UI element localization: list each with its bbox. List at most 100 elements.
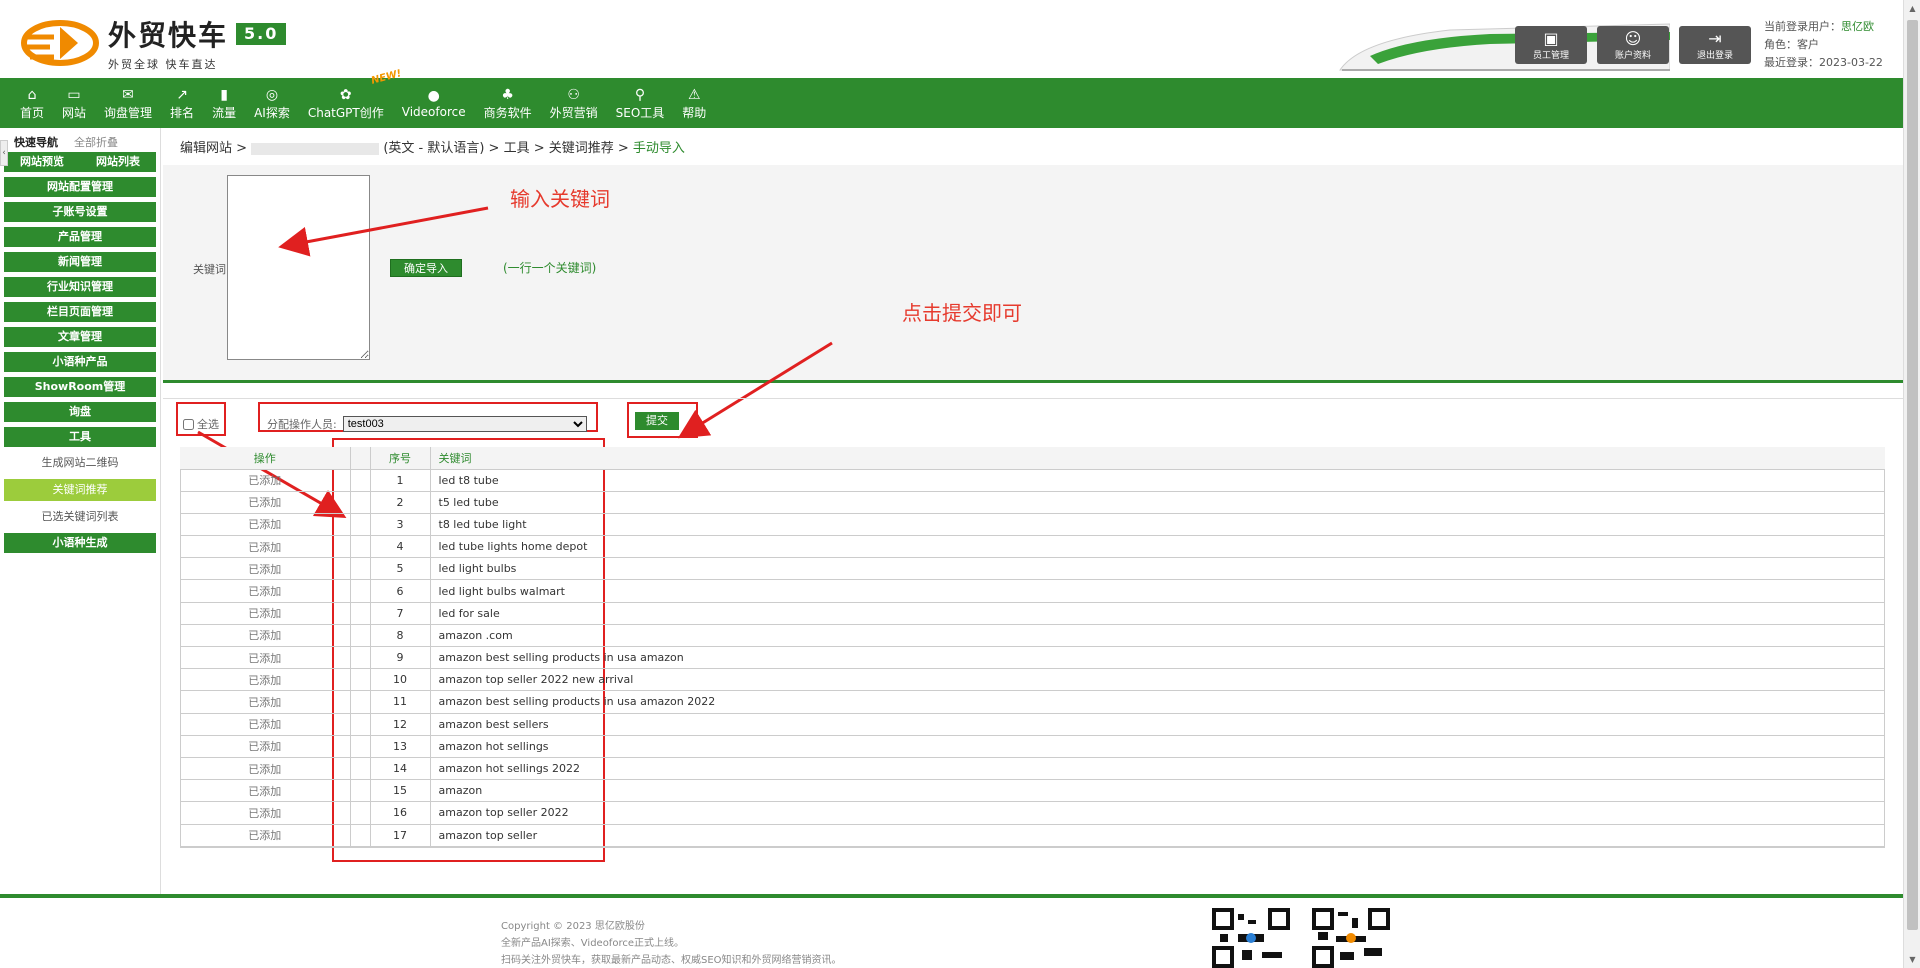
row-keyword: amazon top seller 2022 [430, 801, 1885, 825]
select-all-label: 全选 [197, 418, 219, 431]
row-keyword: led light bulbs [430, 557, 1885, 581]
scroll-thumb[interactable] [1907, 20, 1918, 930]
row-keyword: amazon top seller 2022 new arrival [430, 668, 1885, 692]
row-gap [350, 602, 371, 625]
row-status[interactable]: 已添加 [180, 624, 351, 648]
col-header-op: 操作 [180, 447, 351, 470]
row-number: 6 [370, 579, 431, 603]
operator-select[interactable]: test003 [342, 416, 587, 432]
scroll-down-arrow-icon[interactable]: ▼ [1904, 951, 1920, 968]
row-keyword: amazon [430, 779, 1885, 803]
row-keyword: led t8 tube [430, 469, 1885, 492]
footer: Copyright © 2023 思亿欧股份 全新产品AI探索、Videofor… [501, 918, 842, 968]
table-row: 已添加 11 amazon best selling products in usa… [180, 690, 1885, 714]
row-number: 1 [370, 469, 431, 492]
select-all[interactable]: 全选 [183, 416, 219, 432]
row-number: 16 [370, 801, 431, 825]
row-gap [350, 513, 371, 537]
row-status[interactable]: 已添加 [180, 469, 351, 492]
row-keyword: amazon hot sellings 2022 [430, 757, 1885, 781]
row-number: 17 [370, 824, 431, 847]
row-status[interactable]: 已添加 [180, 690, 351, 714]
row-keyword: amazon best sellers [430, 713, 1885, 736]
row-status[interactable]: 已添加 [180, 713, 351, 736]
row-status[interactable]: 已添加 [180, 779, 351, 803]
row-gap [350, 668, 371, 692]
table-row: 已添加 13 amazon hot sellings [180, 735, 1885, 758]
row-keyword: led for sale [430, 602, 1885, 625]
row-number: 10 [370, 668, 431, 692]
table-row: 已添加 8 amazon .com [180, 624, 1885, 648]
row-status[interactable]: 已添加 [180, 557, 351, 581]
row-keyword: amazon top seller [430, 824, 1885, 847]
table-row: 已添加 16 amazon top seller 2022 [180, 801, 1885, 825]
keyword-table: 操作 序号 关键词 已添加 1 led t8 tube 已添加 2 t5 led tube… [180, 447, 1885, 847]
row-keyword: t8 led tube light [430, 513, 1885, 537]
table-row: 已添加 1 led t8 tube [180, 469, 1885, 492]
table-row: 已添加 10 amazon top seller 2022 new arrival [180, 668, 1885, 692]
page-scrollbar[interactable]: ▲ ▼ [1903, 0, 1920, 968]
row-status[interactable]: 已添加 [180, 801, 351, 825]
select-all-checkbox[interactable] [183, 418, 194, 430]
row-gap [350, 757, 371, 781]
row-gap [350, 579, 371, 603]
assign-label: 分配操作人员: [267, 418, 337, 431]
row-number: 12 [370, 713, 431, 736]
row-gap [350, 824, 371, 847]
row-gap [350, 779, 371, 803]
row-status[interactable]: 已添加 [180, 602, 351, 625]
row-status[interactable]: 已添加 [180, 491, 351, 514]
row-number: 5 [370, 557, 431, 581]
row-number: 3 [370, 513, 431, 537]
table-row: 已添加 2 t5 led tube [180, 491, 1885, 514]
footer-announcement: 全新产品AI探索、Videoforce正式上线。 [501, 938, 684, 949]
row-keyword: t5 led tube [430, 491, 1885, 514]
row-keyword: amazon best selling products in usa amaz… [430, 646, 1885, 670]
row-gap [350, 535, 371, 559]
qr-code-icon [1312, 908, 1390, 968]
row-keyword: amazon .com [430, 624, 1885, 648]
row-number: 9 [370, 646, 431, 670]
row-gap [350, 557, 371, 581]
table-header-row: 操作 序号 关键词 [180, 447, 1885, 470]
col-header-gap [350, 447, 371, 470]
table-row: 已添加 17 amazon top seller [180, 824, 1885, 847]
scroll-up-arrow-icon[interactable]: ▲ [1904, 0, 1920, 17]
row-status[interactable]: 已添加 [180, 735, 351, 758]
copyright: Copyright © 2023 思亿欧股份 [501, 921, 645, 932]
table-row: 已添加 12 amazon best sellers [180, 713, 1885, 736]
row-status[interactable]: 已添加 [180, 513, 351, 537]
table-row: 已添加 3 t8 led tube light [180, 513, 1885, 537]
row-status[interactable]: 已添加 [180, 824, 351, 847]
row-keyword: led light bulbs walmart [430, 579, 1885, 603]
table-row: 已添加 5 led light bulbs [180, 557, 1885, 581]
row-status[interactable]: 已添加 [180, 579, 351, 603]
row-number: 11 [370, 690, 431, 714]
row-status[interactable]: 已添加 [180, 668, 351, 692]
row-gap [350, 491, 371, 514]
row-number: 14 [370, 757, 431, 781]
col-header-keyword: 关键词 [430, 447, 1885, 470]
col-header-no: 序号 [370, 447, 431, 470]
row-keyword: amazon hot sellings [430, 735, 1885, 758]
row-number: 8 [370, 624, 431, 648]
row-gap [350, 646, 371, 670]
row-gap [350, 801, 371, 825]
row-status[interactable]: 已添加 [180, 646, 351, 670]
table-row: 已添加 7 led for sale [180, 602, 1885, 625]
row-number: 2 [370, 491, 431, 514]
footer-follow-text: 扫码关注外贸快车，获取最新产品动态、权威SEO知识和外贸网络营销资讯。 [501, 955, 842, 966]
row-gap [350, 469, 371, 492]
row-status[interactable]: 已添加 [180, 535, 351, 559]
row-number: 7 [370, 602, 431, 625]
row-number: 4 [370, 535, 431, 559]
assign-operator: 分配操作人员: test003 [267, 416, 587, 432]
row-keyword: led tube lights home depot [430, 535, 1885, 559]
table-row: 已添加 15 amazon [180, 779, 1885, 803]
table-row: 已添加 14 amazon hot sellings 2022 [180, 757, 1885, 781]
qr-code-icon [1212, 908, 1290, 968]
row-status[interactable]: 已添加 [180, 757, 351, 781]
row-number: 15 [370, 779, 431, 803]
table-row: 已添加 6 led light bulbs walmart [180, 579, 1885, 603]
submit-button[interactable]: 提交 [635, 412, 679, 430]
